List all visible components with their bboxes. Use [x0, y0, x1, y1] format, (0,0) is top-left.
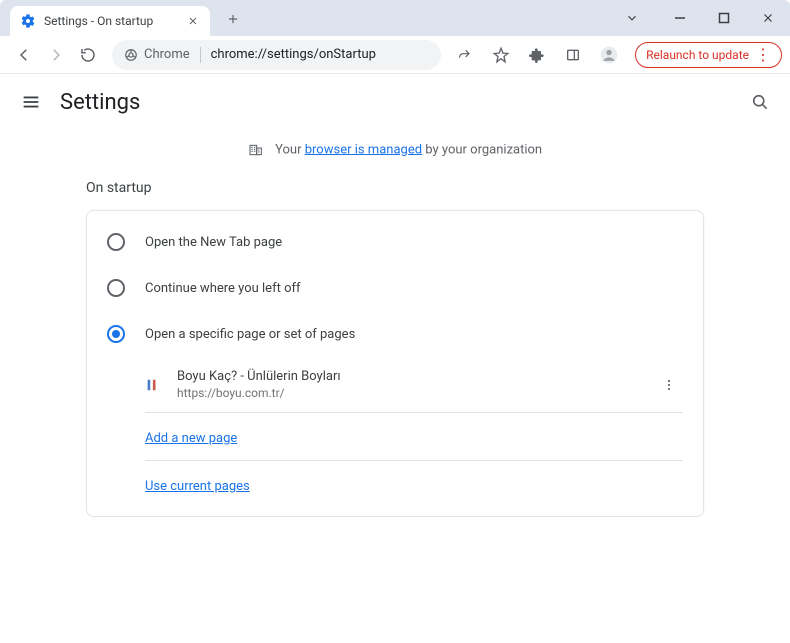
profile-button[interactable] — [593, 39, 625, 71]
section-title: On startup — [86, 176, 704, 210]
browser-tab[interactable]: Settings - On startup — [10, 6, 210, 36]
managed-suffix: by your organization — [422, 142, 542, 157]
extensions-button[interactable] — [521, 39, 553, 71]
minimize-button[interactable] — [658, 0, 702, 36]
content: On startup Open the New Tab page Continu… — [0, 176, 790, 517]
page-title: Settings — [60, 90, 140, 115]
url-text: chrome://settings/onStartup — [211, 47, 376, 62]
address-bar[interactable]: Chrome chrome://settings/onStartup — [112, 40, 441, 70]
page-item-menu-button[interactable] — [655, 371, 683, 399]
share-button[interactable] — [449, 39, 481, 71]
radio-continue[interactable]: Continue where you left off — [87, 265, 703, 311]
more-icon: ⋮ — [755, 47, 771, 63]
forward-button[interactable] — [40, 39, 72, 71]
startup-card: Open the New Tab page Continue where you… — [86, 210, 704, 517]
settings-header: Settings — [0, 74, 790, 130]
tab-search-button[interactable] — [610, 0, 654, 36]
add-page-row: Add a new page — [145, 413, 683, 460]
radio-label: Open the New Tab page — [145, 235, 282, 250]
use-current-link[interactable]: Use current pages — [145, 479, 250, 494]
managed-banner: Your browser is managed by your organiza… — [0, 130, 790, 176]
close-window-button[interactable] — [746, 0, 790, 36]
building-icon — [248, 142, 264, 158]
managed-prefix: Your — [275, 142, 305, 157]
update-label: Relaunch to update — [646, 48, 749, 62]
radio-label: Open a specific page or set of pages — [145, 327, 355, 342]
radio-icon — [107, 279, 125, 297]
page-item-url: https://boyu.com.tr/ — [177, 386, 655, 400]
back-button[interactable] — [8, 39, 40, 71]
startup-page-item: Boyu Kaç? - Ünlülerin Boyları https://bo… — [145, 357, 683, 412]
side-panel-button[interactable] — [557, 39, 589, 71]
radio-specific[interactable]: Open a specific page or set of pages — [87, 311, 703, 357]
search-button[interactable] — [750, 92, 770, 112]
omnibox-separator — [200, 47, 201, 63]
tab-title: Settings - On startup — [44, 14, 186, 28]
radio-icon-selected — [107, 325, 125, 343]
reload-button[interactable] — [72, 39, 104, 71]
use-current-row: Use current pages — [145, 461, 683, 508]
browser-toolbar: Chrome chrome://settings/onStartup Relau… — [0, 36, 790, 74]
new-tab-button[interactable] — [222, 8, 244, 30]
gear-icon — [20, 13, 36, 29]
close-tab-button[interactable] — [186, 14, 200, 28]
relaunch-update-button[interactable]: Relaunch to update ⋮ — [635, 42, 782, 68]
window-controls — [610, 0, 790, 36]
titlebar: Settings - On startup — [0, 0, 790, 36]
site-favicon — [145, 378, 159, 392]
maximize-button[interactable] — [702, 0, 746, 36]
chrome-icon — [124, 48, 138, 62]
chrome-label: Chrome — [144, 47, 190, 62]
radio-new-tab[interactable]: Open the New Tab page — [87, 219, 703, 265]
managed-link[interactable]: browser is managed — [305, 142, 422, 157]
radio-icon — [107, 233, 125, 251]
bookmark-button[interactable] — [485, 39, 517, 71]
radio-label: Continue where you left off — [145, 281, 301, 296]
add-page-link[interactable]: Add a new page — [145, 431, 237, 446]
page-item-title: Boyu Kaç? - Ünlülerin Boyları — [177, 369, 655, 384]
menu-button[interactable] — [20, 91, 42, 113]
chrome-scheme: Chrome — [124, 47, 190, 62]
